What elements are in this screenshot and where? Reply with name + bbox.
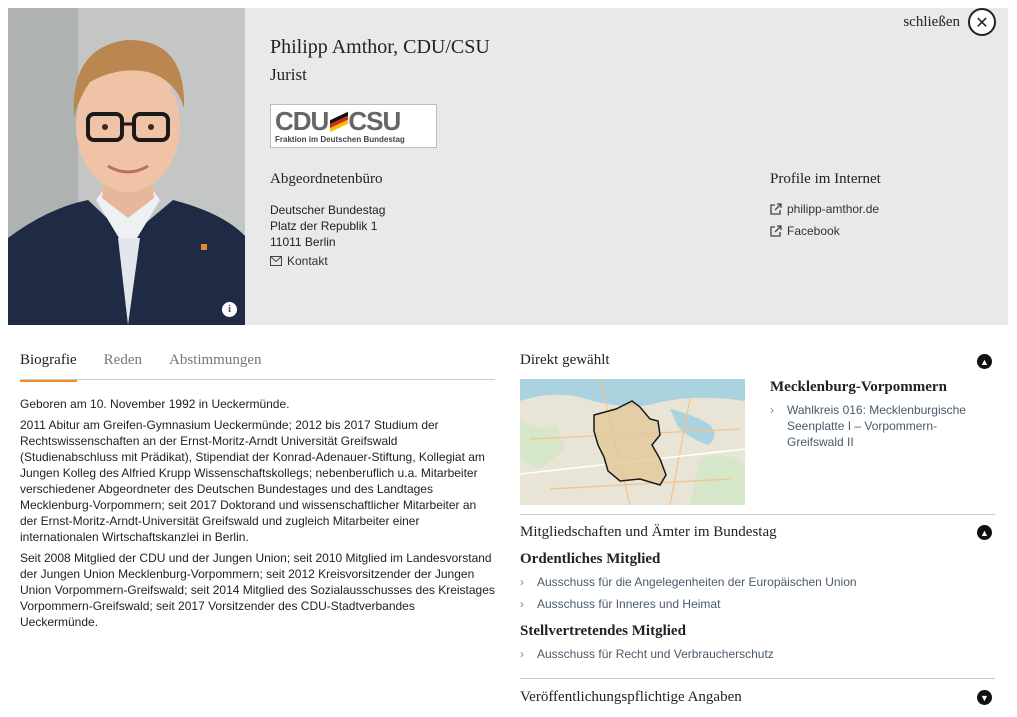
- tab-biografie[interactable]: Biografie: [20, 352, 77, 382]
- close-icon[interactable]: ✕: [968, 8, 996, 36]
- party-logo: CDU CSU Fraktion im Deutschen Bundestag: [270, 104, 437, 148]
- constituency-link[interactable]: › Wahlkreis 016: Mecklenburgische Seenpl…: [770, 402, 990, 450]
- party-logo-csu: CSU: [348, 106, 401, 136]
- chevron-right-icon: ›: [520, 575, 524, 589]
- constituency-line: Greifswald II: [787, 435, 854, 449]
- member-name: Philipp Amthor, CDU/CSU: [270, 36, 490, 58]
- external-link-icon: [770, 225, 782, 237]
- office-line: Platz der Republik 1: [270, 219, 378, 233]
- content-tabs: Biografie Reden Abstimmungen: [20, 352, 495, 382]
- committee-label: Ausschuss für Inneres und Heimat: [537, 597, 721, 611]
- committee-link[interactable]: › Ausschuss für Recht und Verbrauchersch…: [520, 646, 774, 662]
- region-name: Mecklenburg-Vorpommern: [770, 379, 947, 395]
- disclosures-section-title: Veröffentlichungspflichtige Angaben: [520, 689, 742, 705]
- profile-link-website[interactable]: philipp-amthor.de: [770, 202, 879, 216]
- portrait-photo: i: [8, 8, 245, 325]
- portrait-illustration: [8, 8, 245, 325]
- contact-label: Kontakt: [287, 254, 328, 268]
- biography-paragraph: 2011 Abitur am Greifen-Gymnasium Ueckerm…: [20, 418, 485, 544]
- party-logo-cdu: CDU: [275, 106, 329, 136]
- section-divider: [520, 678, 995, 679]
- profiles-title: Profile im Internet: [770, 171, 881, 187]
- expand-icon[interactable]: ▼: [977, 690, 992, 705]
- office-title: Abgeordnetenbüro: [270, 171, 383, 187]
- map-illustration: [520, 379, 745, 505]
- biography-paragraph: Seit 2008 Mitglied der CDU und der Junge…: [20, 551, 495, 629]
- committee-link[interactable]: › Ausschuss für Inneres und Heimat: [520, 596, 720, 612]
- profile-link-label: philipp-amthor.de: [787, 202, 880, 216]
- office-address: Deutscher Bundestag Platz der Republik 1…: [270, 202, 385, 250]
- profile-link-label: Facebook: [787, 224, 840, 238]
- constituency-text: Wahlkreis 016: Mecklenburgische Seenplat…: [787, 402, 966, 450]
- collapse-icon[interactable]: ▲: [977, 354, 992, 369]
- constituency-line: Wahlkreis 016: Mecklenburgische: [787, 403, 966, 417]
- committee-link[interactable]: › Ausschuss für die Angelegenheiten der …: [520, 574, 857, 590]
- close-label: schließen: [903, 13, 960, 30]
- office-line: 11011 Berlin: [270, 235, 336, 249]
- biography-paragraph: Geboren am 10. November 1992 in Ueckermü…: [20, 397, 290, 411]
- chevron-right-icon: ›: [520, 597, 524, 611]
- constituency-line: Seenplatte I – Vorpommern-: [787, 419, 938, 433]
- envelope-icon: [270, 256, 282, 266]
- full-member-heading: Ordentliches Mitglied: [520, 551, 661, 567]
- committee-label: Ausschuss für Recht und Verbraucherschut…: [537, 647, 774, 661]
- committee-label: Ausschuss für die Angelegenheiten der Eu…: [537, 575, 857, 589]
- section-divider: [520, 514, 995, 515]
- direct-section-title: Direkt gewählt: [520, 352, 610, 368]
- member-profession: Jurist: [270, 65, 307, 84]
- chevron-right-icon: ›: [520, 647, 524, 661]
- external-link-icon: [770, 203, 782, 215]
- constituency-map[interactable]: [520, 379, 745, 505]
- memberships-section-title: Mitgliedschaften und Ämter im Bundestag: [520, 524, 777, 540]
- party-logo-subtitle: Fraktion im Deutschen Bundestag: [275, 135, 405, 144]
- close-button[interactable]: schließen ✕: [903, 8, 996, 36]
- collapse-icon[interactable]: ▲: [977, 525, 992, 540]
- biography-text: Geboren am 10. November 1992 in Ueckermü…: [20, 396, 495, 635]
- profile-link-facebook[interactable]: Facebook: [770, 224, 840, 238]
- office-line: Deutscher Bundestag: [270, 203, 386, 217]
- contact-link[interactable]: Kontakt: [270, 254, 328, 268]
- profile-header: i schließen ✕ Philipp Amthor, CDU/CSU Ju…: [8, 8, 1008, 325]
- chevron-right-icon: ›: [770, 403, 774, 417]
- deputy-member-heading: Stellvertretendes Mitglied: [520, 623, 686, 639]
- tab-abstimmungen[interactable]: Abstimmungen: [169, 352, 262, 380]
- info-icon[interactable]: i: [222, 302, 237, 317]
- party-flag-icon: [330, 111, 349, 133]
- tab-reden[interactable]: Reden: [104, 352, 142, 380]
